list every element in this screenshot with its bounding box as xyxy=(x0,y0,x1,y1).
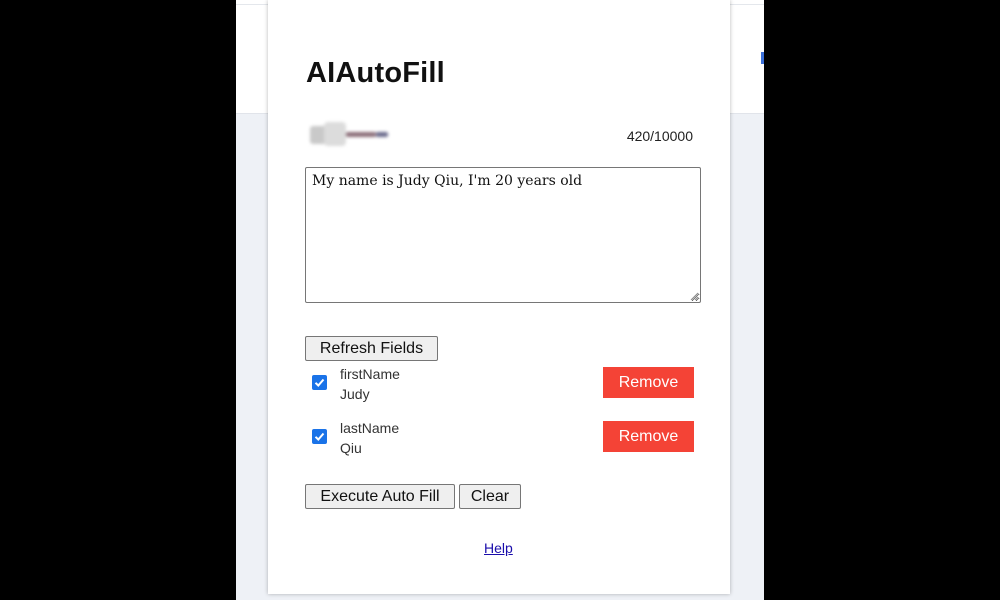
right-letterbox xyxy=(980,0,1000,600)
help-link[interactable]: Help xyxy=(484,540,513,556)
app-title: AIAutoFill xyxy=(306,57,445,89)
field-checkbox[interactable] xyxy=(312,375,327,390)
field-name: lastName xyxy=(340,420,400,436)
refresh-fields-button[interactable]: Refresh Fields xyxy=(305,336,438,361)
checkmark-icon xyxy=(314,378,325,387)
field-row: lastName Qiu Remove xyxy=(268,418,730,462)
checkmark-icon xyxy=(314,432,325,441)
right-dark-area xyxy=(764,0,980,600)
field-value: Judy xyxy=(340,386,370,402)
resize-grip-icon[interactable] xyxy=(689,291,699,301)
usage-counter: 420/10000 xyxy=(626,128,693,144)
left-letterbox xyxy=(0,0,20,600)
blurred-user-avatar xyxy=(310,122,390,148)
clear-button[interactable]: Clear xyxy=(459,484,521,509)
remove-field-button[interactable]: Remove xyxy=(603,421,694,452)
remove-field-button[interactable]: Remove xyxy=(603,367,694,398)
extension-popup: AIAutoFill 420/10000 My name is Judy Qiu… xyxy=(268,0,730,594)
execute-autofill-button[interactable]: Execute Auto Fill xyxy=(305,484,455,509)
field-name: firstName xyxy=(340,366,400,382)
field-checkbox[interactable] xyxy=(312,429,327,444)
field-value: Qiu xyxy=(340,440,362,456)
left-dark-area xyxy=(20,0,236,600)
prompt-textarea[interactable]: My name is Judy Qiu, I'm 20 years old xyxy=(305,167,701,303)
field-row: firstName Judy Remove xyxy=(268,364,730,408)
